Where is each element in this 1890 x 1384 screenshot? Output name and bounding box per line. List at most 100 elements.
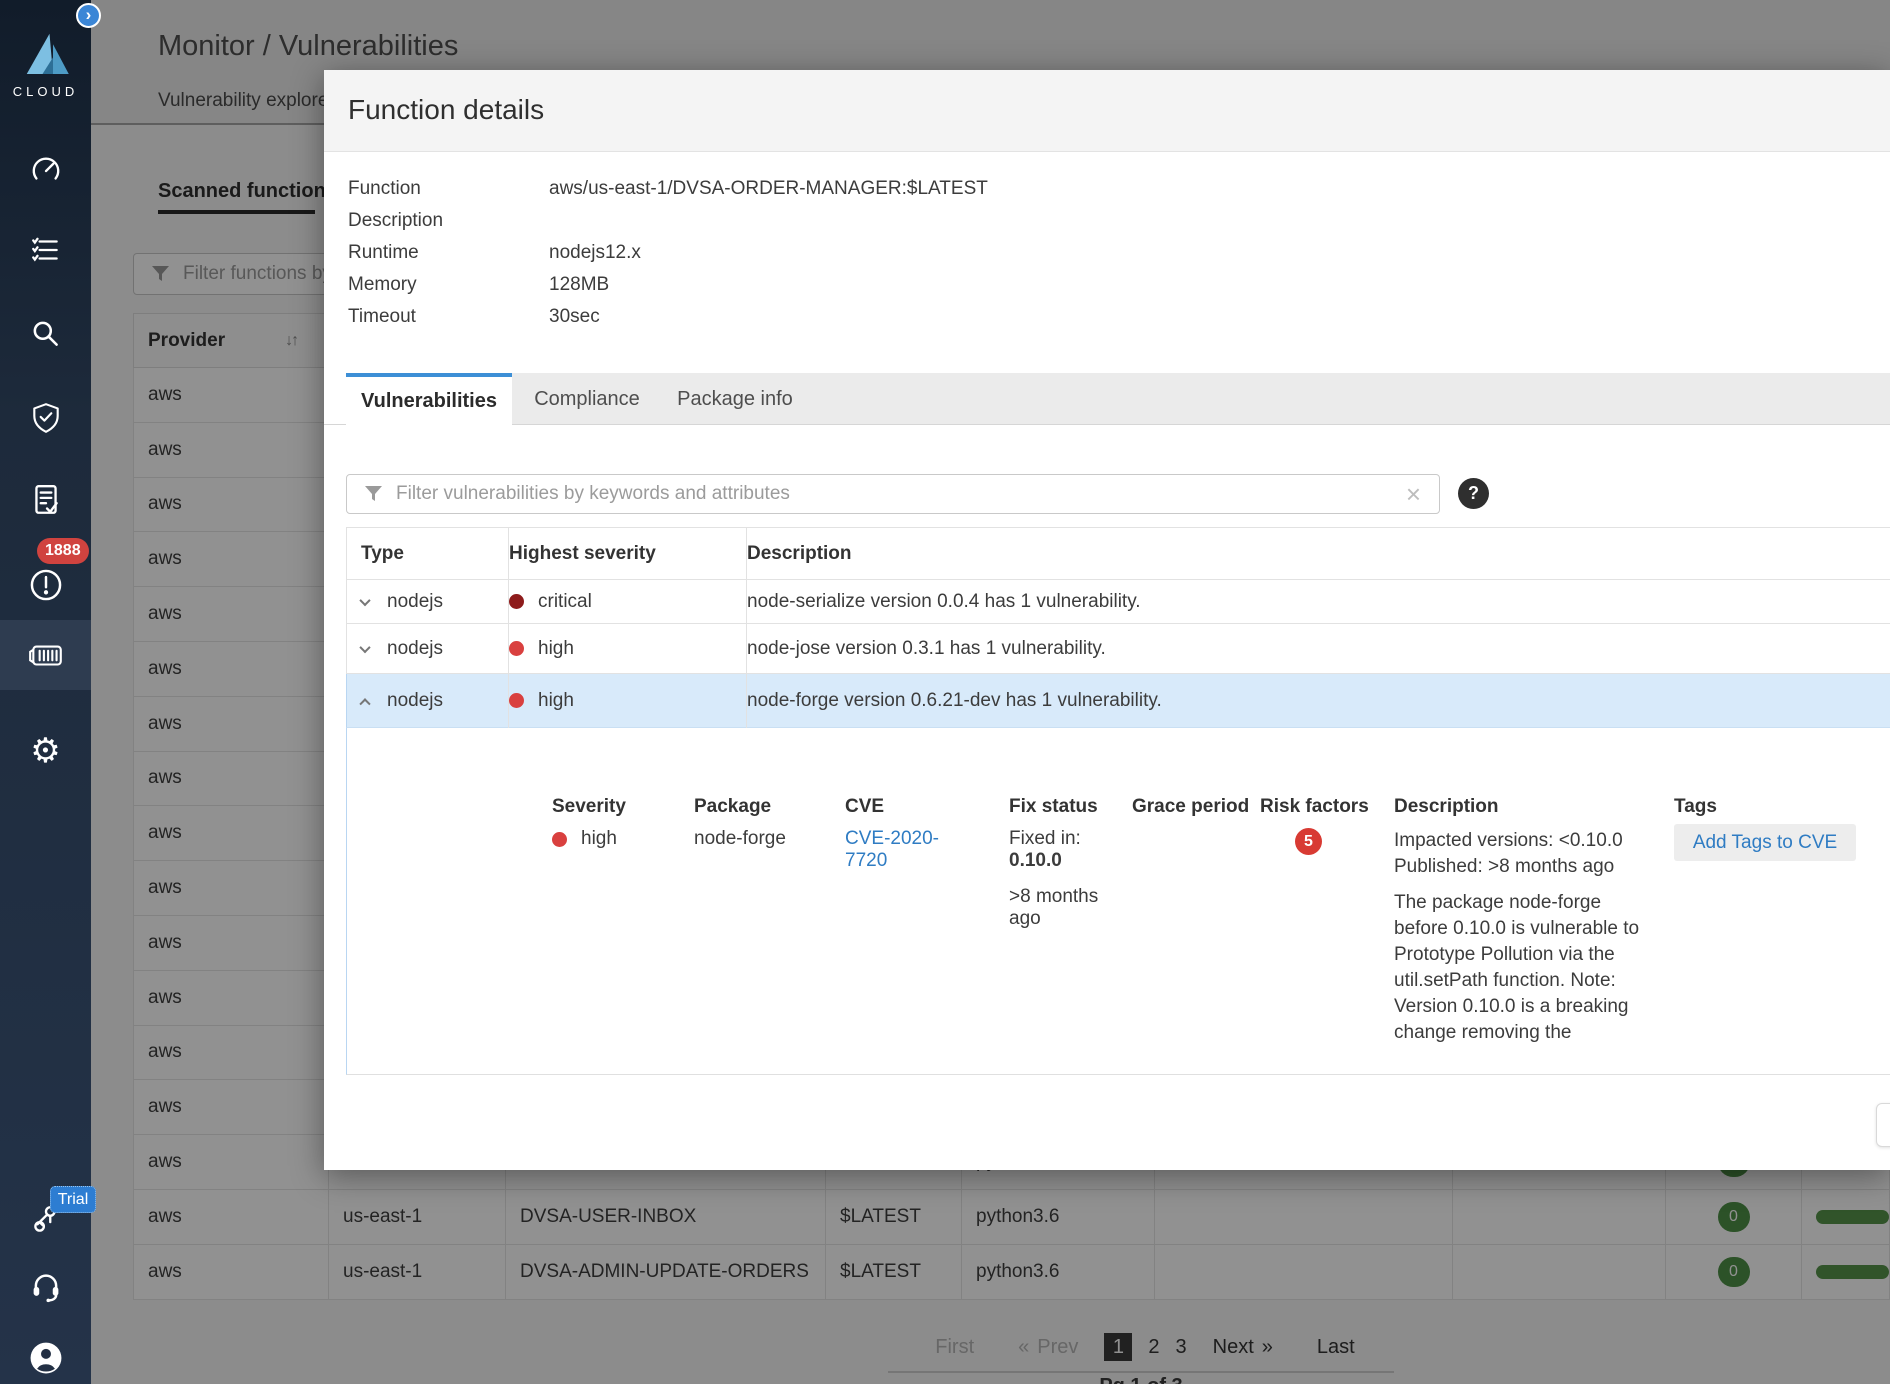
sidebar-expand-button[interactable]: › [76, 3, 101, 28]
vulnerabilities-filter-input[interactable]: Filter vulnerabilities by keywords and a… [346, 474, 1440, 514]
logo[interactable]: CLOUD [0, 28, 91, 99]
severity-dot-high [509, 641, 524, 656]
tab-package-info[interactable]: Package info [664, 373, 806, 425]
field-function: Function aws/us-east-1/DVSA-ORDER-MANAGE… [348, 173, 1248, 205]
sidebar-item-reports[interactable] [0, 468, 91, 532]
sidebar-item-account[interactable] [0, 1326, 91, 1384]
field-value: aws/us-east-1/DVSA-ORDER-MANAGER:$LATEST [549, 178, 988, 200]
add-tags-to-cve-button[interactable]: Add Tags to CVE [1674, 824, 1856, 861]
vuln-description: node-serialize version 0.0.4 has 1 vulne… [747, 591, 1141, 612]
detail-header-cve: CVE [845, 796, 884, 818]
field-value: 128MB [549, 274, 609, 296]
severity-dot-high [509, 693, 524, 708]
detail-header-description: Description [1394, 796, 1499, 818]
detail-header-fix-status: Fix status [1009, 796, 1098, 818]
detail-fix-status: Fixed in: 0.10.0 >8 months ago [1009, 828, 1115, 930]
cve-detail-panel: Severity Package CVE Fix status Grace pe… [346, 728, 1890, 1075]
fix-label: Fixed in: [1009, 828, 1115, 850]
detail-cve: CVE-2020-7720 [845, 828, 941, 872]
vulnerability-row-node-forge-expanded[interactable]: nodejs high node-forge version 0.6.21-de… [346, 674, 1890, 728]
shield-check-icon [29, 401, 63, 435]
sidebar-item-workloads[interactable] [0, 218, 91, 282]
alert-circle-icon [28, 567, 64, 603]
field-memory: Memory 128MB [348, 269, 1248, 301]
vuln-description: node-forge version 0.6.21-dev has 1 vuln… [747, 690, 1162, 711]
chevron-down-icon[interactable] [359, 594, 370, 605]
column-header-severity: Highest severity [509, 543, 656, 565]
detail-description: Impacted versions: <0.10.0 Published: >8… [1394, 828, 1656, 1046]
field-value: 30sec [549, 306, 600, 328]
tab-vulnerabilities[interactable]: Vulnerabilities [346, 373, 512, 426]
column-header-type: Type [361, 543, 404, 565]
vuln-severity: high [538, 638, 574, 660]
sidebar-item-support[interactable] [0, 1256, 91, 1320]
sidebar: CLOUD › [0, 0, 91, 1384]
vulnerability-row-node-jose[interactable]: nodejs high node-jose version 0.3.1 has … [346, 624, 1890, 674]
field-runtime: Runtime nodejs12.x [348, 237, 1248, 269]
logo-text: CLOUD [0, 84, 91, 99]
field-description: Description [348, 205, 1248, 237]
chevron-up-icon[interactable] [359, 698, 370, 709]
impacted-versions: Impacted versions: <0.10.0 [1394, 828, 1656, 854]
chevron-right-icon: › [86, 5, 92, 24]
detail-header-severity: Severity [552, 796, 626, 818]
dashboard-gauge-icon [29, 153, 63, 187]
chevron-down-icon[interactable] [359, 641, 370, 652]
clear-filter-icon[interactable]: × [1406, 481, 1421, 507]
modal-action-button-cut[interactable] [1876, 1103, 1890, 1147]
vulnerabilities-filter-placeholder: Filter vulnerabilities by keywords and a… [396, 483, 1406, 505]
risk-factors-badge[interactable]: 5 [1295, 828, 1322, 855]
vuln-severity: critical [538, 591, 592, 613]
vuln-type: nodejs [387, 690, 443, 712]
account-avatar-icon [27, 1339, 65, 1377]
cve-description-text: The package node-forge before 0.10.0 is … [1394, 890, 1656, 1046]
field-label: Description [348, 210, 549, 232]
function-details-modal: Function details Function aws/us-east-1/… [324, 70, 1890, 1170]
detail-header-grace-period: Grace period [1132, 796, 1249, 818]
headset-icon [28, 1270, 64, 1306]
detail-severity: high [552, 828, 617, 850]
sidebar-item-settings[interactable]: ⚙ [0, 719, 91, 783]
modal-tabs: Vulnerabilities Compliance Package info [324, 373, 1890, 425]
aqua-logo-icon [18, 28, 74, 78]
fix-version: 0.10.0 [1009, 850, 1115, 872]
modal-header [324, 70, 1890, 152]
vuln-severity: high [538, 690, 574, 712]
vuln-description: node-jose version 0.3.1 has 1 vulnerabil… [747, 638, 1106, 659]
trial-badge: Trial [50, 1186, 96, 1213]
tab-compliance[interactable]: Compliance [524, 373, 650, 425]
search-icon [29, 317, 63, 351]
vulnerability-table-header: Type Highest severity Description [346, 527, 1890, 580]
severity-dot-critical [509, 594, 524, 609]
fix-age: >8 months ago [1009, 886, 1109, 930]
question-mark-icon: ? [1468, 483, 1479, 504]
sidebar-item-containers[interactable] [0, 620, 91, 690]
filter-funnel-icon [365, 486, 382, 502]
alerts-count-badge: 1888 [37, 538, 89, 564]
container-icon [27, 639, 65, 671]
sidebar-item-dashboard[interactable] [0, 138, 91, 202]
detail-header-tags: Tags [1674, 796, 1717, 818]
cve-link[interactable]: CVE-2020-7720 [845, 828, 941, 872]
field-label: Timeout [348, 306, 549, 328]
detail-package: node-forge [694, 828, 786, 850]
vuln-type: nodejs [387, 638, 443, 660]
help-button[interactable]: ? [1458, 478, 1489, 509]
gear-icon: ⚙ [30, 734, 60, 768]
column-header-description: Description [747, 543, 852, 564]
severity-dot-high [552, 832, 567, 847]
vulnerability-row-node-serialize[interactable]: nodejs critical node-serialize version 0… [346, 580, 1890, 624]
vuln-type: nodejs [387, 591, 443, 613]
modal-title: Function details [348, 94, 544, 126]
published-date: Published: >8 months ago [1394, 854, 1656, 880]
field-value: nodejs12.x [549, 242, 641, 264]
vulnerability-table: Type Highest severity Description nodejs… [346, 527, 1890, 728]
field-label: Memory [348, 274, 549, 296]
sidebar-item-compliance[interactable] [0, 386, 91, 450]
field-label: Function [348, 178, 549, 200]
sidebar-item-search[interactable] [0, 302, 91, 366]
detail-header-package: Package [694, 796, 771, 818]
detail-header-risk-factors: Risk factors [1260, 796, 1369, 818]
app-root: Monitor / Vulnerabilities Vulnerability … [0, 0, 1890, 1384]
checklist-icon [29, 233, 63, 267]
